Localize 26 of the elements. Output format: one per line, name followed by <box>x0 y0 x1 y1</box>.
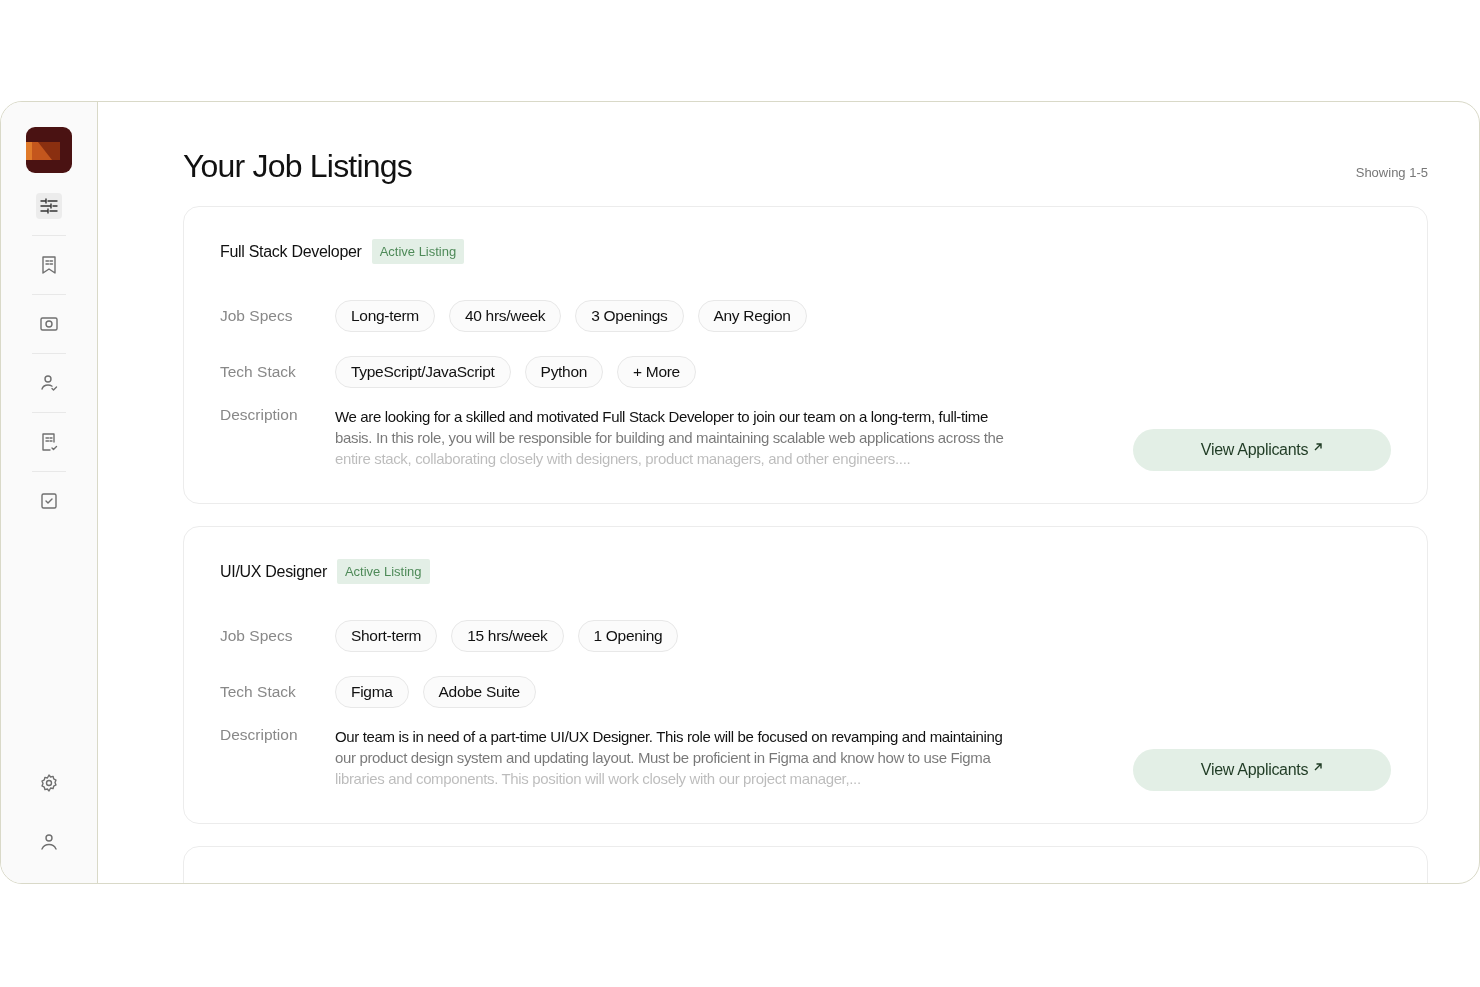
tag: Short-term <box>335 620 438 652</box>
tag: Adobe Suite <box>422 676 536 708</box>
page-title: Your Job Listings <box>183 147 412 186</box>
tag: Any Region <box>697 300 807 332</box>
tag: 1 Opening <box>577 620 679 652</box>
field-label: Job Specs <box>220 627 294 645</box>
field-label: Description <box>220 406 299 424</box>
status-badge: Active Listing <box>336 559 430 584</box>
tag: 40 hrs/week <box>448 300 562 332</box>
field-label: Job Specs <box>220 307 294 325</box>
tag: 15 hrs/week <box>451 620 564 652</box>
view-applicants-button[interactable]: View Applicants <box>1133 749 1391 791</box>
field-label: Tech Stack <box>220 683 297 701</box>
view-applicants-button[interactable]: View Applicants <box>1133 429 1391 471</box>
job-title: UI/UX Designer <box>220 562 327 581</box>
tag: Long-term <box>335 300 435 332</box>
job-title: Full Stack Developer <box>220 242 362 261</box>
tag: 3 Openings <box>575 300 684 332</box>
status-badge: Active Listing <box>371 239 465 264</box>
tag: TypeScript/JavaScript <box>335 356 511 388</box>
field-label: Tech Stack <box>220 363 297 381</box>
tag: Python <box>524 356 604 388</box>
field-label: Description <box>220 726 299 744</box>
listing-count: Showing 1-5 <box>1355 165 1428 180</box>
tag: + More <box>617 356 696 388</box>
tag: Figma <box>335 676 409 708</box>
